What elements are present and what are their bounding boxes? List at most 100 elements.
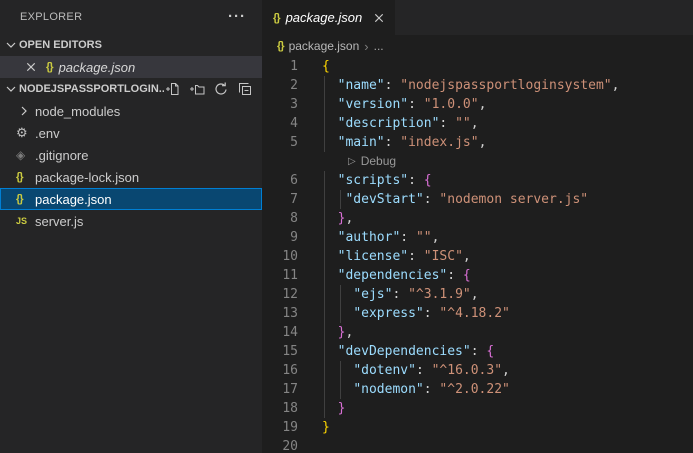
indent-guide bbox=[324, 190, 325, 209]
code-content[interactable]: "main": "index.js", bbox=[322, 133, 693, 152]
indent-guide bbox=[324, 399, 325, 418]
new-file-button[interactable] bbox=[164, 81, 181, 98]
code-token: "" bbox=[416, 230, 432, 245]
code-token: : bbox=[424, 382, 440, 397]
editor-area: {} package.json {} package.json › ... 1 {… bbox=[262, 0, 693, 453]
indent-guide bbox=[324, 171, 325, 190]
code-token: } bbox=[322, 420, 330, 435]
code-content[interactable]: }, bbox=[322, 209, 693, 228]
collapse-all-button[interactable] bbox=[236, 81, 253, 98]
code-line: 6 "scripts": { bbox=[262, 171, 693, 190]
indent-guide bbox=[324, 285, 325, 304]
code-token: "name" bbox=[338, 78, 385, 93]
code-line: 13 "express": "^4.18.2" bbox=[262, 304, 693, 323]
more-actions-icon[interactable]: ··· bbox=[228, 12, 246, 22]
code-token: "ejs" bbox=[353, 287, 392, 302]
code-line: 10 "license": "ISC", bbox=[262, 247, 693, 266]
code-content[interactable]: } bbox=[322, 399, 693, 418]
chevron-down-icon bbox=[3, 81, 19, 97]
line-number: 16 bbox=[262, 361, 298, 380]
code-token: : bbox=[416, 363, 432, 378]
new-folder-button[interactable] bbox=[188, 81, 205, 98]
code-content[interactable]: "dotenv": "^16.0.3", bbox=[322, 361, 693, 380]
indent-guide bbox=[324, 342, 325, 361]
code-token: "version" bbox=[338, 97, 408, 112]
indent-guide bbox=[324, 266, 325, 285]
code-line: 16 "dotenv": "^16.0.3", bbox=[262, 361, 693, 380]
code-content[interactable]: }, bbox=[322, 323, 693, 342]
json-icon: {} bbox=[16, 193, 35, 205]
code-content[interactable]: "ejs": "^3.1.9", bbox=[322, 285, 693, 304]
code-token: , bbox=[612, 78, 620, 93]
code-content[interactable]: "dependencies": { bbox=[322, 266, 693, 285]
code-token: { bbox=[463, 268, 471, 283]
tree-item-server-js[interactable]: JSserver.js bbox=[0, 210, 262, 232]
code-token: "index.js" bbox=[400, 135, 478, 150]
code-line: 7 "devStart": "nodemon server.js" bbox=[262, 190, 693, 209]
explorer-sidebar: EXPLORER ··· OPEN EDITORS {}package.json… bbox=[0, 0, 262, 453]
tree-item--env[interactable]: ⚙.env bbox=[0, 122, 262, 144]
breadcrumb: {} package.json › ... bbox=[262, 35, 693, 57]
json-file-icon: {} bbox=[277, 40, 284, 52]
chevron-down-icon bbox=[3, 37, 19, 53]
breadcrumb-file[interactable]: package.json bbox=[289, 39, 360, 53]
code-content[interactable]: "description": "", bbox=[322, 114, 693, 133]
indent-guide bbox=[340, 361, 341, 380]
code-token: : bbox=[385, 135, 401, 150]
gear-icon: ⚙ bbox=[16, 125, 35, 141]
indent-guide bbox=[324, 114, 325, 133]
code-token: { bbox=[486, 344, 494, 359]
codelens-debug-link[interactable]: Debug bbox=[361, 152, 396, 171]
tree-item-node-modules[interactable]: node_modules bbox=[0, 100, 262, 122]
code-token: , bbox=[471, 287, 479, 302]
code-token bbox=[322, 306, 353, 321]
git-icon: ◈ bbox=[16, 148, 35, 162]
tree-item-label: package.json bbox=[35, 192, 112, 207]
tree-item--gitignore[interactable]: ◈.gitignore bbox=[0, 144, 262, 166]
code-content[interactable] bbox=[322, 437, 693, 453]
code-content[interactable]: "scripts": { bbox=[322, 171, 693, 190]
code-content[interactable]: "nodemon": "^2.0.22" bbox=[322, 380, 693, 399]
workspace-section-header[interactable]: NODEJSPASSPORTLOGIN... bbox=[0, 78, 262, 100]
refresh-button[interactable] bbox=[212, 81, 229, 98]
code-token: "devStart" bbox=[345, 192, 423, 207]
close-tab-icon[interactable] bbox=[371, 10, 387, 26]
breadcrumb-symbol[interactable]: ... bbox=[374, 39, 384, 53]
line-number: 1 bbox=[262, 57, 298, 76]
indent-guide bbox=[340, 190, 341, 209]
code-content[interactable]: "express": "^4.18.2" bbox=[322, 304, 693, 323]
code-token: , bbox=[502, 363, 510, 378]
code-content[interactable]: "license": "ISC", bbox=[322, 247, 693, 266]
sidebar-title-bar: EXPLORER ··· bbox=[0, 0, 262, 34]
code-token: : bbox=[408, 97, 424, 112]
code-content[interactable]: "devDependencies": { bbox=[322, 342, 693, 361]
indent-guide bbox=[324, 133, 325, 152]
indent-guide bbox=[324, 95, 325, 114]
code-content[interactable]: } bbox=[322, 418, 693, 437]
code-line: 15 "devDependencies": { bbox=[262, 342, 693, 361]
code-content[interactable]: { bbox=[322, 57, 693, 76]
indent-guide bbox=[340, 380, 341, 399]
line-number: 11 bbox=[262, 266, 298, 285]
code-line: 9 "author": "", bbox=[262, 228, 693, 247]
code-content[interactable]: "devStart": "nodemon server.js" bbox=[322, 190, 693, 209]
codelens-row: ▷Debug bbox=[262, 152, 693, 171]
code-content[interactable]: "name": "nodejspassportloginsystem", bbox=[322, 76, 693, 95]
code-token bbox=[322, 382, 353, 397]
tree-item-package-json[interactable]: {}package.json bbox=[0, 188, 262, 210]
indent-guide bbox=[324, 304, 325, 323]
open-editors-section-header[interactable]: OPEN EDITORS bbox=[0, 34, 262, 56]
close-icon[interactable] bbox=[23, 59, 39, 75]
code-line: 3 "version": "1.0.0", bbox=[262, 95, 693, 114]
gear-icon: ⚙ bbox=[16, 125, 28, 141]
code-token: , bbox=[471, 116, 479, 131]
open-editor-item[interactable]: {}package.json bbox=[0, 56, 262, 78]
tab-package-json[interactable]: {} package.json bbox=[262, 0, 395, 35]
code-token: "description" bbox=[338, 116, 440, 131]
tree-item-package-lock-json[interactable]: {}package-lock.json bbox=[0, 166, 262, 188]
line-number: 4 bbox=[262, 114, 298, 133]
tab-bar: {} package.json bbox=[262, 0, 693, 35]
json-icon: {} bbox=[16, 171, 23, 183]
code-content[interactable]: "version": "1.0.0", bbox=[322, 95, 693, 114]
code-content[interactable]: "author": "", bbox=[322, 228, 693, 247]
